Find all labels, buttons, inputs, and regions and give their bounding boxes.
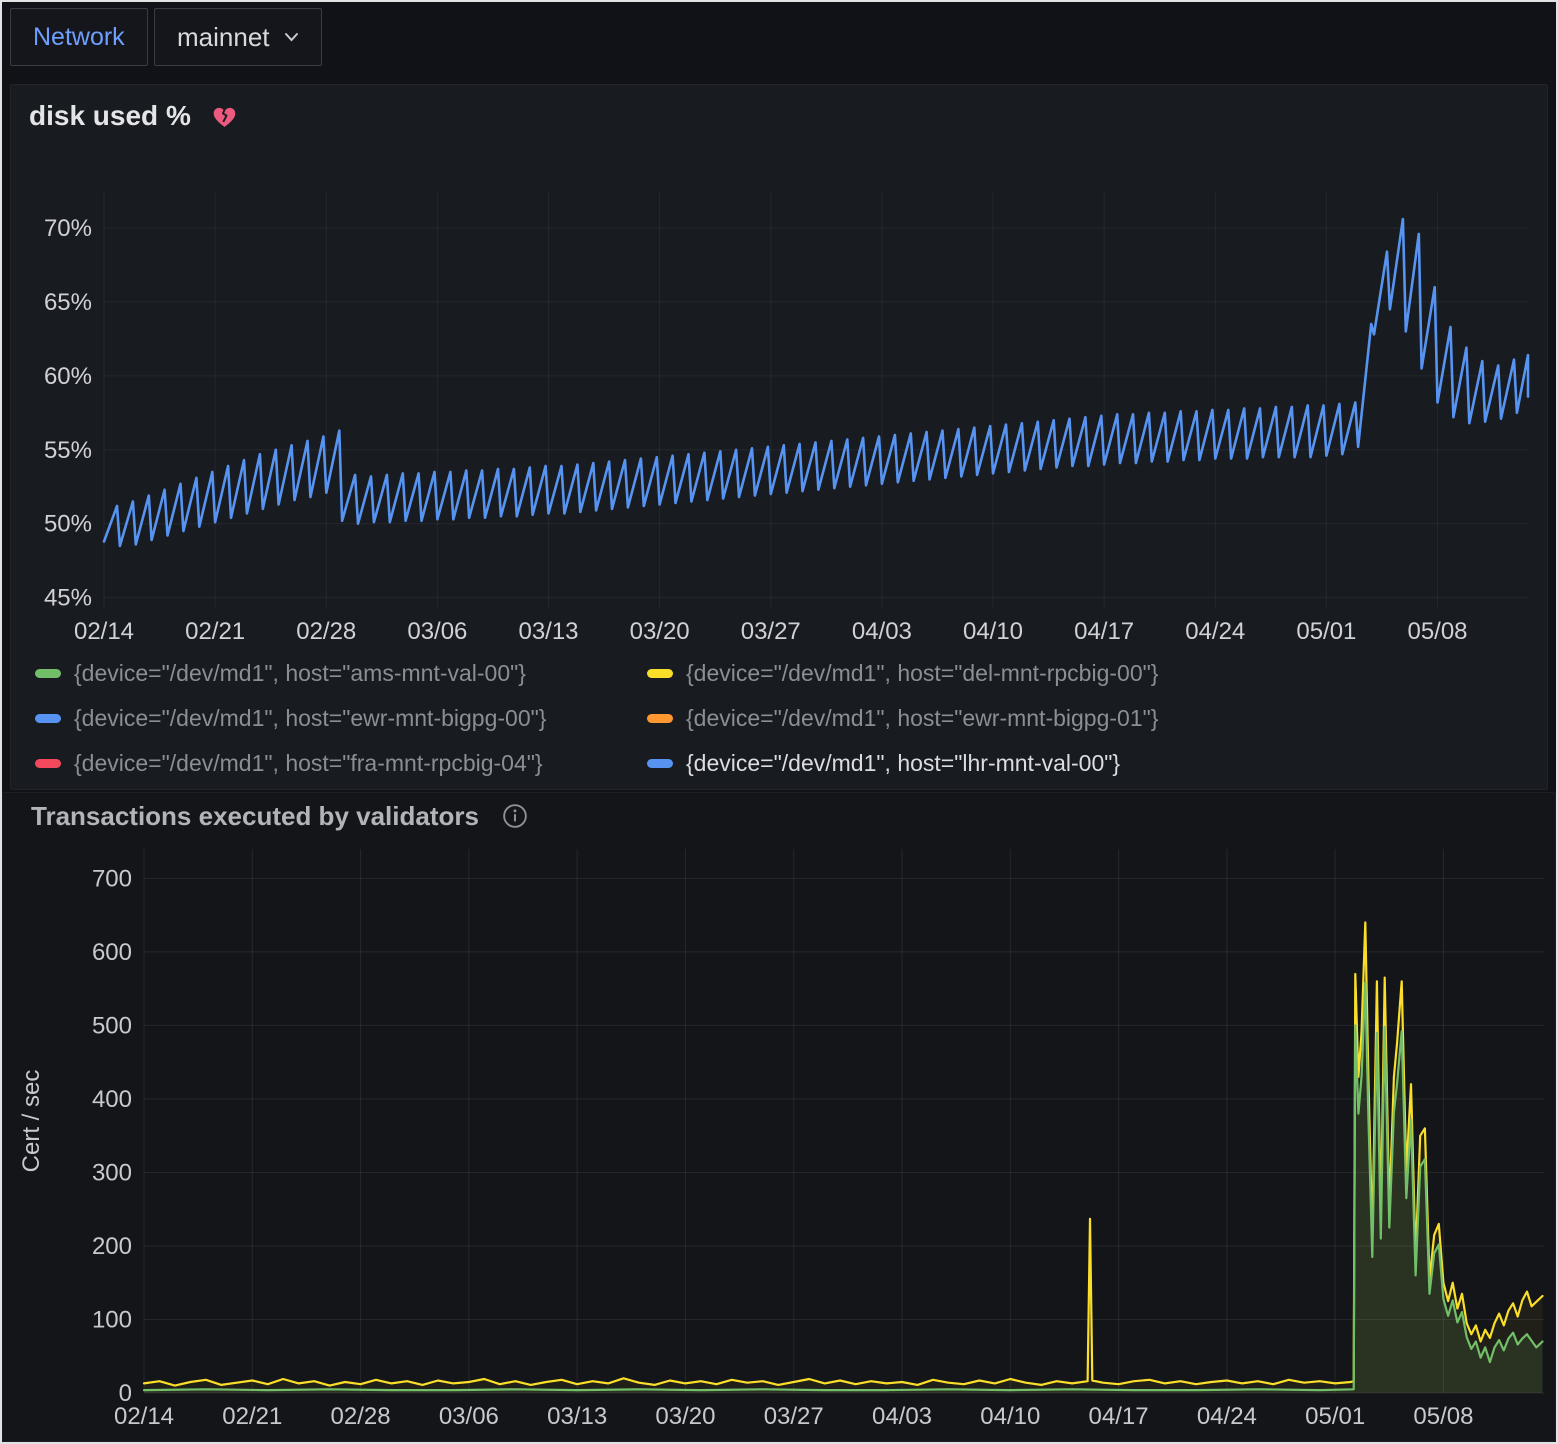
y-tick-label: 50% [44,511,92,538]
x-tick-label: 03/27 [764,1403,824,1430]
panel-disk-header: disk used % [29,93,238,139]
legend-label: {device="/dev/md1", host="del-mnt-rpcbig… [686,660,1158,687]
x-tick-label: 03/20 [655,1403,715,1430]
panel-title-transactions[interactable]: Transactions executed by validators [31,801,479,832]
legend-swatch [647,759,673,768]
x-tick-label: 04/03 [872,1403,932,1430]
x-tick-label: 02/21 [222,1403,282,1430]
x-tick-label: 04/10 [963,618,1023,645]
x-tick-label: 02/21 [185,618,245,645]
x-tick-label: 05/08 [1413,1403,1473,1430]
x-tick-label: 04/24 [1197,1403,1257,1430]
legend-label: {device="/dev/md1", host="ams-mnt-val-00… [74,660,526,687]
panel-disk-used: disk used % 45% 50% 55% 60% 65% 70% 02/14 02/21… [10,84,1548,790]
y-tick-label: 400 [92,1086,132,1113]
legend-item[interactable]: {device="/dev/md1", host="ams-mnt-val-00… [35,651,647,696]
y-tick-label: 100 [92,1306,132,1333]
y-tick-label: 300 [92,1159,132,1186]
x-tick-label: 02/14 [114,1403,174,1430]
series-line-{device="/dev/md1", host="lhr-mnt-val-00"} [104,219,1528,546]
x-tick-label: 03/27 [741,618,801,645]
x-tick-label: 03/06 [439,1403,499,1430]
alert-heart-break-icon [211,103,238,130]
legend-swatch [35,759,61,768]
x-tick-label: 05/08 [1407,618,1467,645]
series-area-validator-certs-yellow [144,923,1543,1394]
panel-transactions: Transactions executed by validators 0100… [2,792,1556,1442]
series-line-validator-certs-green [144,983,1543,1390]
x-tick-label: 04/03 [852,618,912,645]
x-tick-label: 04/24 [1185,618,1245,645]
series-line-validator-certs-yellow [144,923,1543,1386]
legend-label: {device="/dev/md1", host="ewr-mnt-bigpg-… [686,705,1158,732]
legend-item[interactable]: {device="/dev/md1", host="ewr-mnt-bigpg-… [647,696,1539,741]
chevron-down-icon [284,32,299,42]
disk-used-legend: {device="/dev/md1", host="ams-mnt-val-00… [35,651,1539,786]
gridlines [104,191,1528,608]
x-tick-label: 03/06 [407,618,467,645]
series-area-validator-certs-green [144,983,1543,1393]
disk-used-chart[interactable]: 45% 50% 55% 60% 65% 70% 02/14 02/21 02/28 03/06 03… [11,141,1549,653]
legend-item[interactable]: {device="/dev/md1", host="ewr-mnt-bigpg-… [35,696,647,741]
y-tick-label: 70% [44,215,92,242]
x-tick-label: 05/01 [1305,1403,1365,1430]
x-tick-label: 03/13 [547,1403,607,1430]
legend-swatch [647,669,673,678]
x-tick-label: 02/14 [74,618,134,645]
variable-label-box: Network [10,8,148,66]
y-tick-label: 500 [92,1012,132,1039]
info-icon[interactable] [501,802,529,830]
y-tick-label: 65% [44,289,92,316]
x-tick-label: 03/13 [518,618,578,645]
legend-swatch [35,669,61,678]
grafana-dashboard: Network mainnet disk used % 45% 50% 55% 60%… [0,0,1558,1444]
y-tick-label: 600 [92,939,132,966]
y-tick-label: 200 [92,1233,132,1260]
legend-item[interactable]: {device="/dev/md1", host="lhr-mnt-val-00… [647,741,1539,786]
legend-label: {device="/dev/md1", host="fra-mnt-rpcbig… [74,750,543,777]
x-tick-label: 02/28 [331,1403,391,1430]
y-axis-title: Cert / sec [18,1070,45,1173]
panel-title-disk-used[interactable]: disk used % [29,100,191,132]
x-tick-label: 03/20 [630,618,690,645]
gridlines [144,849,1544,1393]
legend-swatch [35,714,61,723]
y-tick-label: 55% [44,437,92,464]
y-tick-label: 60% [44,363,92,390]
legend-item[interactable]: {device="/dev/md1", host="fra-mnt-rpcbig… [35,741,647,786]
axis-labels: 010020030040050060070002/1402/2102/2803/… [18,865,1473,1430]
x-tick-label: 05/01 [1296,618,1356,645]
x-tick-label: 04/17 [1074,618,1134,645]
x-tick-label: 04/17 [1089,1403,1149,1430]
network-variable-dropdown[interactable]: mainnet [154,8,322,66]
y-tick-label: 45% [44,585,92,612]
legend-label: {device="/dev/md1", host="lhr-mnt-val-00… [686,750,1120,777]
legend-label: {device="/dev/md1", host="ewr-mnt-bigpg-… [74,705,546,732]
x-tick-label: 02/28 [296,618,356,645]
transactions-chart[interactable]: 010020030040050060070002/1402/2102/2803/… [3,829,1557,1441]
variable-label: Network [33,23,125,52]
legend-item[interactable]: {device="/dev/md1", host="del-mnt-rpcbig… [647,651,1539,696]
variable-value: mainnet [177,22,270,53]
x-tick-label: 04/10 [980,1403,1040,1430]
y-tick-label: 700 [92,865,132,892]
legend-swatch [647,714,673,723]
